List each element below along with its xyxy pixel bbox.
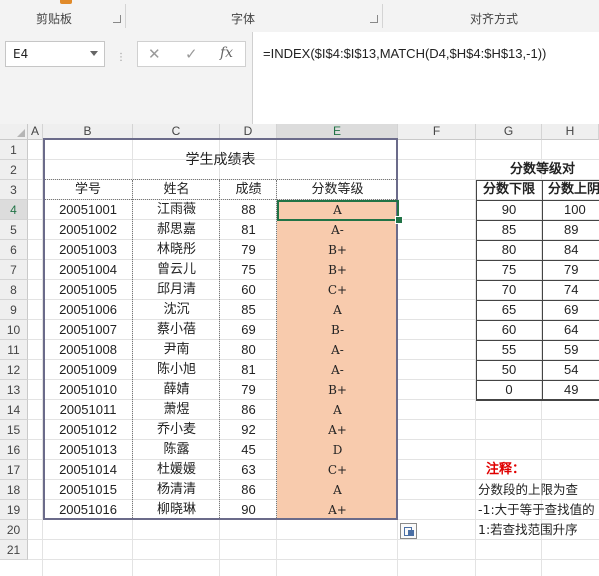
column-header-h[interactable]: H: [542, 124, 599, 140]
format-painter-icon[interactable]: [60, 0, 72, 4]
row-header-1[interactable]: 1: [0, 140, 28, 160]
lookup-cell-upper[interactable]: 59: [542, 340, 599, 360]
gridline: [28, 559, 599, 560]
row-header-8[interactable]: 8: [0, 280, 28, 300]
lookup-cell-upper[interactable]: 54: [542, 360, 599, 380]
ribbon: 剪贴板 字体 对齐方式: [0, 0, 599, 33]
note-line: 1:若查找范围升序: [478, 522, 578, 537]
lookup-cell-lower[interactable]: 55: [476, 340, 542, 360]
row-header-21[interactable]: 21: [0, 540, 28, 560]
row-header-9[interactable]: 9: [0, 300, 28, 320]
active-cell-e4[interactable]: [277, 200, 399, 221]
lookup-cell-lower[interactable]: 0: [476, 380, 542, 400]
insert-function-icon[interactable]: fx: [220, 45, 233, 61]
row-header-2[interactable]: 2: [0, 160, 28, 180]
row-header-12[interactable]: 12: [0, 360, 28, 380]
lookup-title: 分数等级对: [510, 162, 576, 177]
font-launcher-icon[interactable]: [370, 15, 378, 23]
row-header-10[interactable]: 10: [0, 320, 28, 340]
row-header-20[interactable]: 20: [0, 520, 28, 540]
lookup-cell-lower[interactable]: 50: [476, 360, 542, 380]
lookup-cell-upper[interactable]: 89: [542, 220, 599, 240]
row-header-13[interactable]: 13: [0, 380, 28, 400]
name-box-value: E4: [13, 47, 29, 61]
ribbon-group-font: 字体: [231, 12, 256, 26]
lookup-cell-lower[interactable]: 65: [476, 300, 542, 320]
row-header-11[interactable]: 11: [0, 340, 28, 360]
row-header-18[interactable]: 18: [0, 480, 28, 500]
formula-bar: E4 ⋮ ✕ ✓ fx =INDEX($I$4:$I$13,MATCH(D4,$…: [0, 32, 599, 125]
lookup-cell-upper[interactable]: 74: [542, 280, 599, 300]
column-header-f[interactable]: F: [398, 124, 476, 140]
row-header-17[interactable]: 17: [0, 460, 28, 480]
lookup-cell-lower[interactable]: 90: [476, 200, 542, 220]
paste-options-icon[interactable]: [400, 523, 417, 539]
ribbon-group-clipboard: 剪贴板: [36, 12, 73, 26]
lookup-header-lower[interactable]: 分数下限: [476, 180, 542, 200]
ribbon-separator: [382, 4, 383, 28]
fill-handle[interactable]: [395, 216, 403, 224]
lookup-cell-lower[interactable]: 80: [476, 240, 542, 260]
row-header-7[interactable]: 7: [0, 260, 28, 280]
lookup-cell-upper[interactable]: 79: [542, 260, 599, 280]
row-header-5[interactable]: 5: [0, 220, 28, 240]
formula-tools: ✕ ✓ fx: [137, 41, 246, 67]
ribbon-separator: [125, 4, 126, 28]
cancel-icon[interactable]: ✕: [148, 45, 161, 63]
row-header-19[interactable]: 19: [0, 500, 28, 520]
splitter-handle-icon[interactable]: ⋮: [116, 52, 127, 63]
lookup-cell-lower[interactable]: 85: [476, 220, 542, 240]
lookup-header-upper[interactable]: 分数上阴: [542, 180, 599, 200]
lookup-cell-upper[interactable]: 100: [542, 200, 599, 220]
lookup-cell-upper[interactable]: 69: [542, 300, 599, 320]
lookup-divider: [476, 400, 599, 401]
select-all-button[interactable]: [0, 124, 28, 140]
row-header-15[interactable]: 15: [0, 420, 28, 440]
ribbon-group-alignment: 对齐方式: [470, 12, 519, 26]
column-header-g[interactable]: G: [476, 124, 542, 140]
lookup-cell-lower[interactable]: 75: [476, 260, 542, 280]
row-header-16[interactable]: 16: [0, 440, 28, 460]
lookup-cell-lower[interactable]: 60: [476, 320, 542, 340]
note-line: -1:大于等于查找值的: [478, 502, 595, 517]
formula-input[interactable]: =INDEX($I$4:$I$13,MATCH(D4,$H$4:$H$13,-1…: [252, 32, 599, 124]
name-box[interactable]: E4: [5, 41, 105, 67]
lookup-cell-lower[interactable]: 70: [476, 280, 542, 300]
lookup-cell-upper[interactable]: 84: [542, 240, 599, 260]
column-header-a[interactable]: A: [28, 124, 43, 140]
notes-title: 注释：: [486, 462, 526, 477]
row-header-4[interactable]: 4: [0, 200, 28, 220]
table-border: [43, 138, 398, 520]
row-header-3[interactable]: 3: [0, 180, 28, 200]
lookup-cell-upper[interactable]: 64: [542, 320, 599, 340]
clipboard-launcher-icon[interactable]: [113, 15, 121, 23]
enter-icon[interactable]: ✓: [185, 45, 198, 63]
row-header-6[interactable]: 6: [0, 240, 28, 260]
chevron-down-icon[interactable]: [90, 51, 98, 56]
lookup-cell-upper[interactable]: 49: [542, 380, 599, 400]
note-line: 分数段的上限为查: [478, 482, 579, 497]
row-header-14[interactable]: 14: [0, 400, 28, 420]
